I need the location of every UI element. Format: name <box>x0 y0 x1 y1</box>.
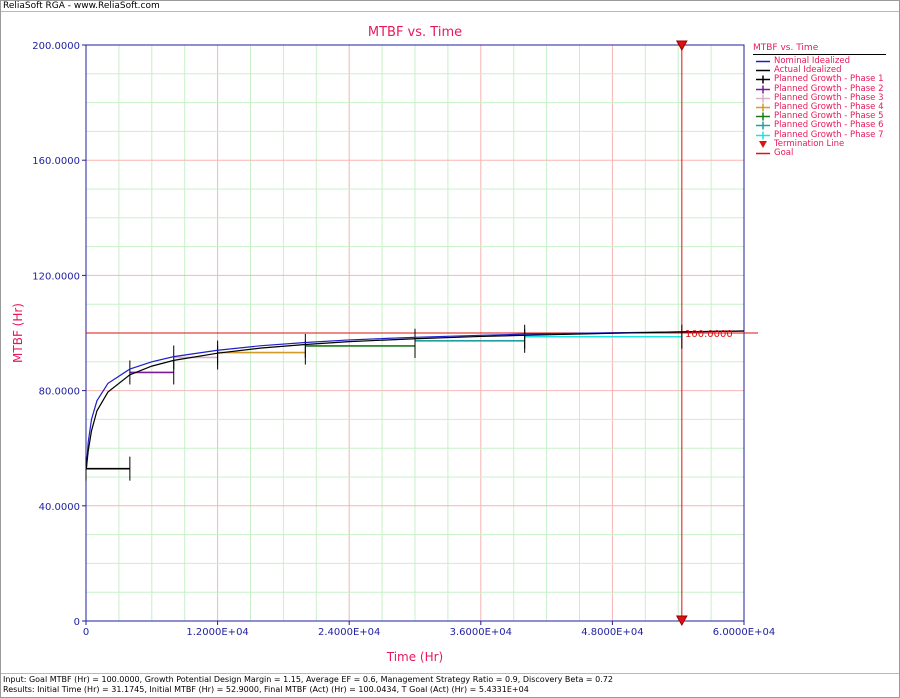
y-tick-label: 160.0000 <box>32 156 80 167</box>
goal-label: 100.0000 <box>685 329 733 340</box>
y-tick-label: 120.0000 <box>32 271 80 282</box>
y-tick-label: 200.0000 <box>32 41 80 52</box>
y-tick-label: 80.0000 <box>39 387 80 398</box>
legend-swatch <box>756 85 770 94</box>
legend-swatch <box>759 140 767 148</box>
footer-results-line: Results: Initial Time (Hr) = 31.1745, In… <box>3 685 529 694</box>
legend: MTBF vs. Time Nominal Idealized Actual Id… <box>753 43 886 158</box>
legend-label: Goal <box>774 147 794 158</box>
x-axis-label: Time (Hr) <box>386 650 444 664</box>
legend-swatch <box>756 75 770 84</box>
x-tick-label: 4.8000E+04 <box>581 627 643 638</box>
y-tick-label: 40.0000 <box>39 502 80 513</box>
legend-item: Goal <box>753 147 886 158</box>
legend-items: Nominal Idealized Actual Idealized Planned… <box>753 57 886 158</box>
legend-title: MTBF vs. Time <box>753 43 819 53</box>
legend-swatch <box>756 152 770 155</box>
x-tick-label: 2.4000E+04 <box>318 627 380 638</box>
legend-swatch <box>756 94 770 103</box>
y-tick-label: 0 <box>74 617 80 628</box>
footer-input-line: Input: Goal MTBF (Hr) = 100.0000, Growth… <box>3 675 613 684</box>
legend-divider <box>753 54 886 55</box>
chart-title: MTBF vs. Time <box>368 25 462 40</box>
legend-swatch <box>756 112 770 121</box>
legend-swatch <box>756 103 770 112</box>
legend-label: Planned Growth - Phase 6 <box>774 120 884 131</box>
x-tick-label: 1.2000E+04 <box>186 627 248 638</box>
footer-divider <box>1 673 899 674</box>
x-tick-label: 3.6000E+04 <box>450 627 512 638</box>
legend-swatch <box>756 60 770 63</box>
legend-swatch <box>756 131 770 139</box>
x-tick-label: 0 <box>83 627 89 638</box>
legend-swatch <box>756 121 770 130</box>
y-axis-label: MTBF (Hr) <box>11 303 25 363</box>
legend-item: Termination Line <box>753 139 886 149</box>
x-tick-label: 6.0000E+04 <box>713 627 775 638</box>
legend-swatch <box>756 69 770 72</box>
